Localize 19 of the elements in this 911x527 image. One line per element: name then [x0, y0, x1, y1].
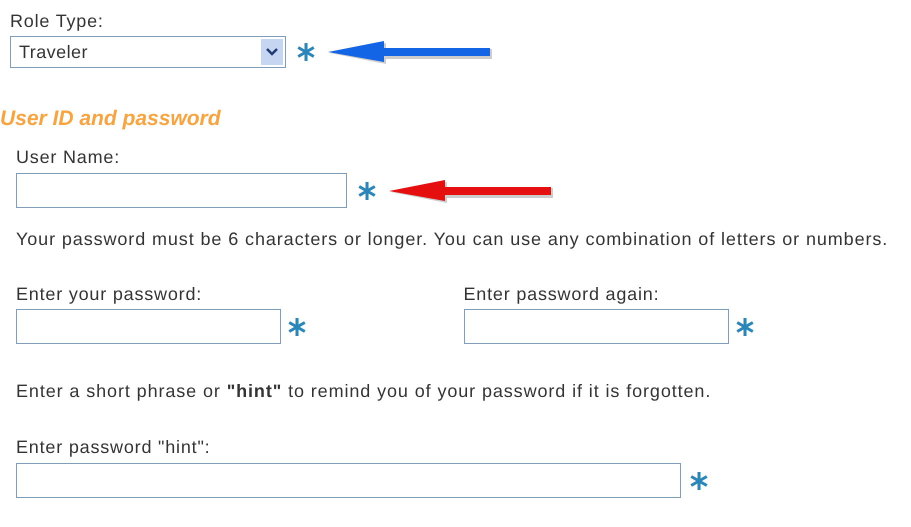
field-label: Enter password again: [464, 283, 660, 305]
field-label: Enter password "hint": [16, 436, 212, 458]
field-label: Role Type: [10, 10, 105, 32]
dropdown-icon [261, 39, 283, 65]
hint-note: Enter a short phrase or "hint" to remind you of your password if it is forgotten. [16, 380, 712, 402]
asterisk-icon [287, 316, 307, 336]
input-field[interactable] [16, 173, 347, 208]
asterisk-icon [357, 180, 377, 200]
section-heading: User ID and password [0, 106, 222, 132]
asterisk-icon [689, 470, 709, 490]
field-label: Enter your password: [16, 283, 204, 305]
asterisk-icon [734, 316, 754, 336]
asterisk-icon [296, 42, 316, 62]
role-type-select[interactable]: Traveler [10, 36, 286, 68]
input-field[interactable] [16, 309, 281, 344]
field-label: User Name: [16, 146, 122, 168]
password-note: Your password must be 6 characters or longer. You can use any combination of letters or numbers. [16, 228, 890, 251]
input-field[interactable] [464, 309, 728, 344]
input-field[interactable] [16, 463, 681, 498]
